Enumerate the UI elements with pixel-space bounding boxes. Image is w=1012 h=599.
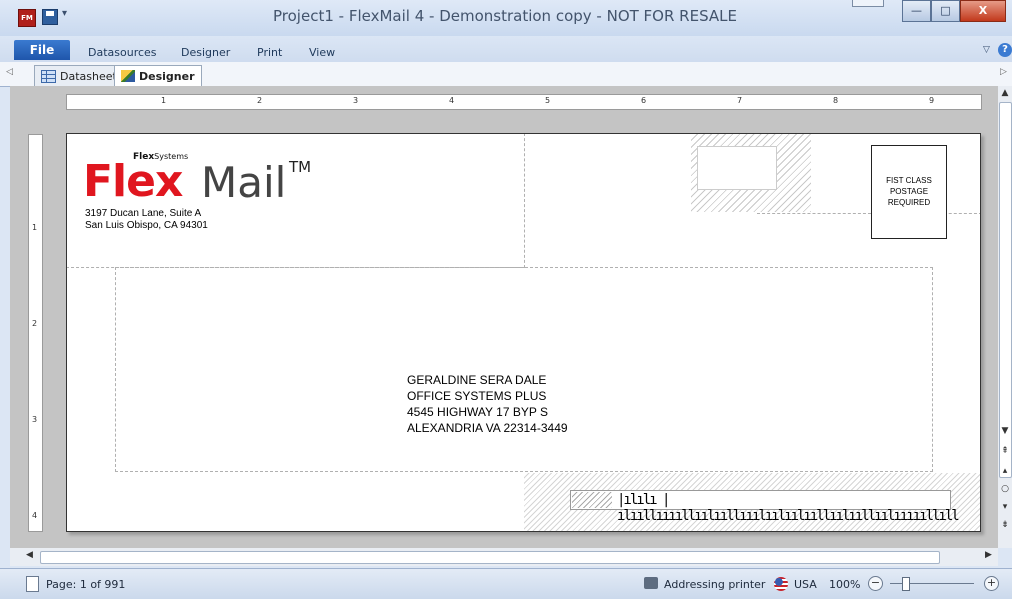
- return-address-line: San Luis Obispo, CA 94301: [85, 220, 208, 231]
- menu-designer[interactable]: Designer: [181, 46, 230, 59]
- barcode-hatch: [572, 492, 612, 508]
- tab-designer-label: Designer: [139, 69, 195, 83]
- tab-scroll-right-icon[interactable]: ▷: [1000, 67, 1007, 77]
- status-bar: Page: 1 of 991 Addressing printer USA 10…: [0, 568, 1012, 599]
- horizontal-ruler: 1 2 3 4 5 6 7 8 9: [66, 94, 982, 110]
- logo-mail-text: Mail: [201, 158, 287, 207]
- tab-datasheet[interactable]: Datasheet: [34, 65, 124, 86]
- postage-line: REQUIRED: [887, 198, 931, 207]
- close-button[interactable]: X: [960, 0, 1006, 22]
- grid-icon: [41, 69, 56, 83]
- postage-line: FIST CLASS: [886, 176, 932, 185]
- maximize-button[interactable]: □: [931, 0, 960, 22]
- country-status[interactable]: USA: [794, 578, 817, 591]
- window-controls: — □ X: [902, 0, 1006, 22]
- recipient-address: GERALDINE SERA DALE OFFICE SYSTEMS PLUS …: [407, 372, 568, 436]
- recipient-address-frame[interactable]: [115, 267, 933, 472]
- recipient-line: ALEXANDRIA VA 22314-3449: [407, 421, 568, 435]
- ruler-h-6: 6: [641, 96, 647, 105]
- menu-view[interactable]: View: [309, 46, 335, 59]
- select-browse-object-icon[interactable]: ○: [998, 484, 1012, 494]
- horizontal-scrollbar[interactable]: ◀ ▶: [10, 548, 998, 566]
- horizontal-scroll-thumb[interactable]: [40, 551, 940, 564]
- ruler-v-4: 4: [32, 511, 38, 520]
- window-mini-overlay: [852, 0, 884, 7]
- page-icon: [26, 576, 39, 592]
- ruler-v-2: 2: [32, 319, 38, 328]
- next-page-icon[interactable]: ▾: [998, 502, 1012, 512]
- ruler-h-9: 9: [929, 96, 935, 105]
- designer-icon: [121, 70, 135, 82]
- ribbon-collapse-icon[interactable]: ▽: [983, 45, 990, 55]
- help-icon[interactable]: ?: [998, 43, 1012, 57]
- ruler-v-3: 3: [32, 415, 38, 424]
- recipient-line: GERALDINE SERA DALE: [407, 373, 547, 387]
- title-bar: FM ▾ Project1 - FlexMail 4 - Demonstrati…: [0, 0, 1012, 36]
- vertical-scrollbar[interactable]: ▲ ▼ ⇞ ▴ ○ ▾ ⇟: [998, 86, 1012, 548]
- menu-datasources[interactable]: Datasources: [88, 46, 157, 59]
- postal-barcode: |ılılı |ılııllııııllıılııllııılıılıılııl…: [617, 492, 960, 524]
- scroll-up-icon[interactable]: ▲: [998, 88, 1012, 98]
- ruler-h-4: 4: [449, 96, 455, 105]
- printer-icon: [644, 577, 658, 589]
- printer-status[interactable]: Addressing printer: [664, 578, 765, 591]
- tab-scroll-left-icon[interactable]: ◁: [6, 67, 13, 77]
- tab-designer[interactable]: Designer: [114, 65, 202, 86]
- zoom-level: 100%: [829, 578, 861, 591]
- scroll-top-icon[interactable]: ⇞: [998, 446, 1012, 456]
- ruler-v-1: 1: [32, 223, 38, 232]
- file-tab[interactable]: File: [14, 40, 70, 60]
- prev-page-icon[interactable]: ▴: [998, 466, 1012, 476]
- return-address-line: 3197 Ducan Lane, Suite A: [85, 208, 202, 219]
- envelope-page[interactable]: FlexSystems Flex Mail TM 3197 Ducan Lane…: [66, 133, 981, 532]
- scroll-down-icon[interactable]: ▼: [998, 426, 1012, 436]
- scroll-bottom-icon[interactable]: ⇟: [998, 520, 1012, 530]
- vertical-ruler: 1 2 3 4: [28, 134, 43, 532]
- quick-access-dropdown-icon[interactable]: ▾: [62, 8, 67, 19]
- page-indicator: Page: 1 of 991: [46, 578, 126, 591]
- ruler-h-1: 1: [161, 96, 167, 105]
- logo-flex-text: Flex: [83, 156, 183, 207]
- vertical-scroll-thumb[interactable]: [999, 102, 1012, 478]
- ruler-h-7: 7: [737, 96, 743, 105]
- recipient-line: OFFICE SYSTEMS PLUS: [407, 389, 547, 403]
- zoom-slider-thumb[interactable]: [902, 577, 910, 591]
- minimize-button[interactable]: —: [902, 0, 931, 22]
- barcode-field[interactable]: |ılılı |ılııllııııllıılııllııılıılıılııl…: [570, 490, 960, 524]
- zoom-in-button[interactable]: +: [984, 576, 999, 591]
- ruler-h-8: 8: [833, 96, 839, 105]
- ruler-h-2: 2: [257, 96, 263, 105]
- zoom-out-button[interactable]: −: [868, 576, 883, 591]
- ruler-h-3: 3: [353, 96, 359, 105]
- recipient-line: 4545 HIGHWAY 17 BYP S: [407, 405, 548, 419]
- window-title: Project1 - FlexMail 4 - Demonstration co…: [273, 7, 737, 25]
- hatched-region-inner: [697, 146, 777, 190]
- logo-trademark: TM: [289, 158, 312, 176]
- tab-datasheet-label: Datasheet: [60, 69, 117, 83]
- app-icon[interactable]: FM: [18, 9, 36, 27]
- postage-line: POSTAGE: [889, 187, 929, 196]
- ruler-h-5: 5: [545, 96, 551, 105]
- menu-print[interactable]: Print: [257, 46, 282, 59]
- scroll-right-icon[interactable]: ▶: [985, 550, 992, 560]
- ribbon-menu-bar: File Datasources Designer Print View ▽ ?: [0, 36, 1012, 63]
- usa-flag-icon: [774, 577, 788, 591]
- document-tab-bar: ◁ Datasheet Designer ▷: [0, 62, 1012, 87]
- scroll-left-icon[interactable]: ◀: [26, 550, 33, 560]
- save-icon[interactable]: [42, 9, 58, 25]
- postage-box[interactable]: FIST CLASS POSTAGE REQUIRED: [871, 145, 947, 239]
- return-address: 3197 Ducan Lane, Suite A San Luis Obispo…: [85, 208, 208, 232]
